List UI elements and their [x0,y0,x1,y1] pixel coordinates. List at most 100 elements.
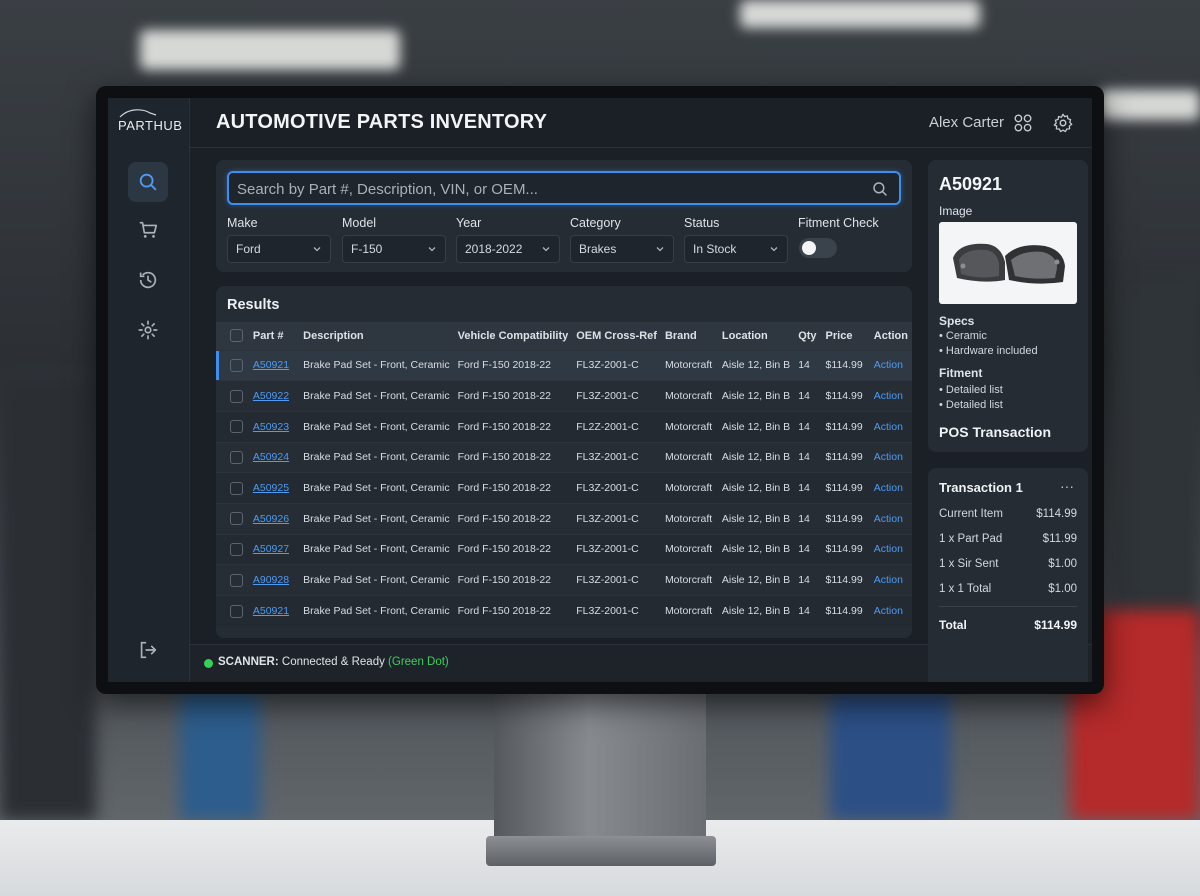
row-checkbox[interactable] [230,604,243,618]
cell-text: Motorcraft [664,605,713,618]
row-checkbox[interactable] [230,542,243,556]
action-link[interactable]: Action [874,451,903,463]
table-row[interactable]: A50922 Brake Pad Set - Front, Ceramic Ford… [216,380,912,412]
toggle-knob [802,241,816,255]
cell-text: Ford F-150 2018-22 [457,390,551,403]
table-row[interactable]: A50924 Brake Pad Set - Front, Ceramic Ford… [216,441,912,473]
select-all-checkbox[interactable] [230,329,243,343]
more-options-icon[interactable]: ··· [1060,478,1074,494]
row-checkbox[interactable] [230,450,243,464]
cell-text: FL3Z-2001-C [576,543,639,556]
action-link[interactable]: Action [874,359,903,371]
cell-text: Ford F-150 2018-22 [457,512,551,525]
table-header-row: Part # Description Vehicle Compatibility… [216,322,912,350]
cell-text: Brake Pad Set - Front, Ceramic [303,420,450,433]
cell-price: $114.99 [821,502,870,535]
cell-desc: Brake Pad Set - Front, Ceramic [299,349,454,381]
col-part[interactable]: Part # [248,322,300,350]
chevron-down-icon [770,247,778,252]
cell-text: $114.99 [825,543,863,556]
cell-text: Ford F-150 2018-22 [457,605,551,618]
row-checkbox[interactable] [230,481,243,495]
col-price[interactable]: Price [821,322,870,350]
row-select-cell [216,441,249,473]
nav-history[interactable] [128,260,168,300]
user-name[interactable]: Alex Carter [929,114,1004,131]
action-link[interactable]: Action [874,421,903,433]
cell-text: Aisle 12, Bin B [721,451,791,464]
row-checkbox[interactable] [230,389,243,403]
table-row[interactable]: A50925 Brake Pad Set - Front, Ceramic Ford… [216,472,912,504]
table-row[interactable]: A50921 Brake Pad Set - Front, Ceramic Ford… [216,349,912,381]
action-link[interactable]: Action [874,482,903,494]
action-link[interactable]: Action [874,605,903,617]
status-dot [204,659,213,668]
part-number-link[interactable]: A50921 [253,359,289,371]
row-checkbox[interactable] [230,573,243,587]
cell-oem: FL3Z-2001-C [572,380,661,412]
cell-oem: FL3Z-2001-C [572,472,661,504]
col-description[interactable]: Description [299,322,454,350]
cell-text: Motorcraft [664,512,713,525]
part-number-link[interactable]: A50926 [253,513,289,525]
select-value: 2018-2022 [465,242,523,256]
logout-icon [140,641,157,659]
action-link[interactable]: Action [874,390,903,402]
cell-compat: Ford F-150 2018-22 [453,564,573,596]
part-number-link[interactable]: A50925 [253,482,289,494]
table-row[interactable]: A50927 Brake Pad Set - Front, Ceramic Ford… [216,533,912,565]
make-select[interactable]: Ford [227,235,331,263]
nav-settings[interactable] [128,310,168,350]
detail-part-id: A50921 [939,174,1003,194]
year-select[interactable]: 2018-2022 [456,235,560,263]
col-location[interactable]: Location [717,322,795,350]
nav-cart[interactable] [128,210,168,250]
row-checkbox[interactable] [230,420,243,434]
search-icon[interactable] [871,180,889,198]
category-select[interactable]: Brakes [570,235,674,263]
cell-desc: Brake Pad Set - Front, Ceramic [299,502,454,535]
filter-label: Status [684,216,720,230]
fitment-toggle[interactable] [799,238,837,258]
part-number-link[interactable]: A50922 [253,390,289,402]
part-number-link[interactable]: A50921 [253,605,289,617]
apps-grid-icon[interactable] [1012,112,1034,134]
cell-part: A50921 [248,349,300,381]
cell-brand: Motorcraft [660,441,718,473]
col-oem[interactable]: OEM Cross-Ref [572,322,661,350]
cell-desc: Brake Pad Set - Front, Ceramic [299,533,454,565]
cell-part: A50921 [248,595,300,627]
row-checkbox[interactable] [230,512,243,526]
table-row[interactable]: A90928 Brake Pad Set - Front, Ceramic Ford… [216,564,912,596]
col-qty[interactable]: Qty [794,322,822,350]
filter-year: Year 2018-2022 [456,216,560,263]
action-link[interactable]: Action [874,574,903,586]
search-input[interactable] [237,178,857,200]
model-select[interactable]: F-150 [342,235,446,263]
part-number-link[interactable]: A50923 [253,421,289,433]
cell-brand: Motorcraft [660,380,718,412]
cell-loc: Aisle 12, Bin B [717,564,795,596]
cell-brand: Motorcraft [660,533,718,565]
nav-logout[interactable] [128,630,168,670]
part-number-link[interactable]: A50924 [253,451,289,463]
part-number-link[interactable]: A90928 [253,574,289,586]
col-compat[interactable]: Vehicle Compatibility [453,322,573,350]
action-link[interactable]: Action [874,513,903,525]
filter-status: Status In Stock [684,216,788,263]
cell-text: 14 [798,390,810,403]
gear-icon[interactable] [1052,112,1074,134]
status-select[interactable]: In Stock [684,235,788,263]
action-link[interactable]: Action [874,543,903,555]
row-checkbox[interactable] [230,358,243,372]
cell-oem: FL3Z-2001-C [572,349,661,381]
table-row[interactable]: A50923 Brake Pad Set - Front, Ceramic Ford… [216,410,912,443]
cell-text: Motorcraft [664,543,713,556]
part-number-link[interactable]: A50927 [253,543,289,555]
col-brand[interactable]: Brand [660,322,718,350]
table-row[interactable]: A50926 Brake Pad Set - Front, Ceramic Ford… [216,502,912,535]
table-row[interactable]: A50921 Brake Pad Set - Front, Ceramic Ford… [216,595,912,627]
cell-text: Brake Pad Set - Front, Ceramic [303,359,450,372]
cell-text: FL3Z-2001-C [576,482,639,495]
nav-search[interactable] [128,162,168,202]
